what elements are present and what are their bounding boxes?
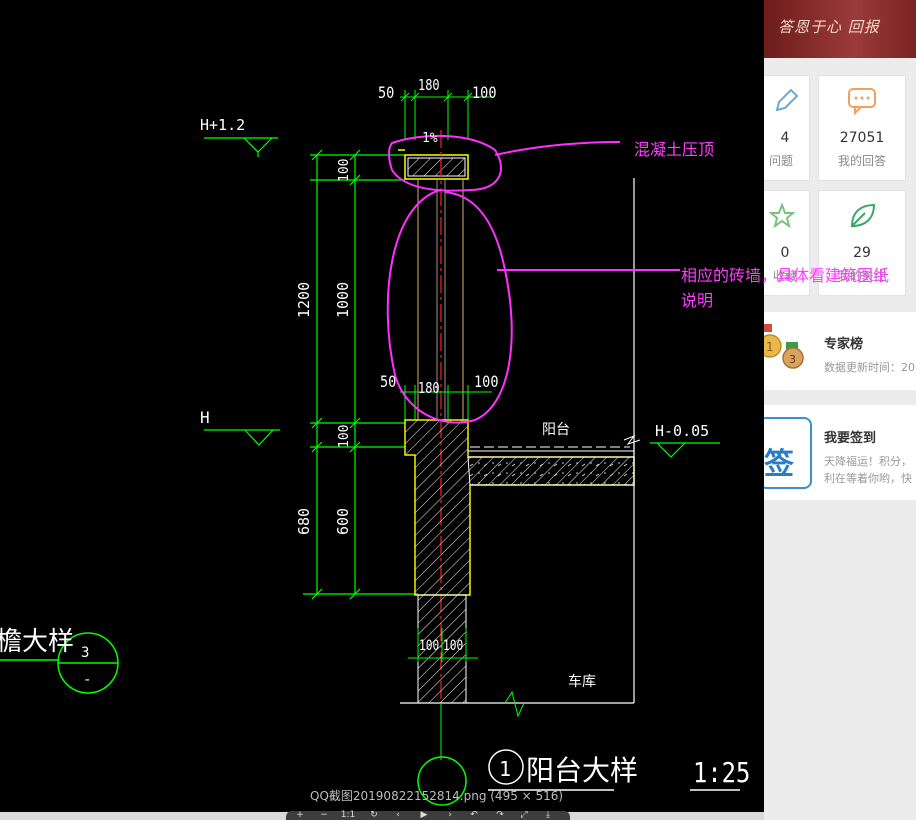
fullscreen-icon[interactable]: ⤢ (516, 811, 532, 820)
zoom-out-icon[interactable]: − (316, 811, 332, 820)
room-balcony-label: 阳台 (542, 422, 570, 438)
ranking-title: 专家榜 (824, 337, 864, 352)
coping-top (398, 149, 469, 180)
dim-bottom-100a: 100 (419, 637, 439, 654)
dim-bottom-100b: 100 (443, 637, 463, 654)
svg-text:1: 1 (766, 340, 774, 354)
dim-v-680: 680 (295, 508, 313, 535)
signin-calendar-icon: 签 (764, 417, 812, 489)
annotation-brick-wall: 相应的砖墙，具体看建筑图纸 (681, 266, 890, 285)
dim-v-100-top: 100 (337, 159, 352, 182)
level-mid-label: H (200, 408, 210, 427)
dim-v-600: 600 (334, 508, 352, 535)
balcony-slab (404, 419, 641, 596)
medal-icon: 1 3 (764, 324, 804, 369)
image-viewer[interactable]: 50 180 100 1% H+1.2 H H-0.05 50 180 100 … (0, 0, 764, 812)
dim-top-50: 50 (378, 84, 394, 102)
level-top-label: H+1.2 (200, 116, 245, 134)
signin-icon-text: 签 (764, 447, 794, 482)
chat-bubble-icon (848, 88, 876, 116)
ranking-subtitle: 数据更新时间：20 (824, 361, 915, 374)
prev-icon[interactable]: ‹ (390, 811, 406, 820)
stat-label: 我的回答 (837, 154, 886, 168)
image-caption: QQ截图20190822152814.png (495 × 516) (310, 789, 564, 803)
rotate-icon[interactable]: ↻ (366, 811, 382, 820)
signin-desc-1: 天降福运！积分， (824, 455, 912, 468)
undo-icon[interactable]: ↶ (466, 811, 482, 820)
signin-desc-2: 利在等着你哟，快 (824, 472, 912, 485)
stat-label: 问题 (768, 154, 793, 168)
signin-title: 我要签到 (824, 431, 877, 446)
signin-panel[interactable]: 签 我要签到 天降福运！积分， 利在等着你哟，快 (764, 405, 916, 500)
dim-mid-50: 50 (380, 373, 396, 391)
stat-card-answers[interactable]: 27051 我的回答 (818, 75, 906, 181)
detail-number: 1 (499, 757, 511, 781)
dim-top-100: 100 (472, 84, 497, 102)
left-detail-title: 檐大样 (0, 627, 74, 657)
next-icon[interactable]: › (442, 811, 458, 820)
vertical-dimensions (303, 149, 418, 600)
left-circle-top: 3 (81, 645, 89, 661)
detail-title: 阳台大样 (526, 754, 638, 787)
left-circle-bottom: - (83, 672, 91, 688)
dim-v-100-mid: 100 (337, 425, 352, 448)
edit-icon (775, 88, 799, 112)
level-right-label: H-0.05 (655, 422, 709, 440)
scale-label: 1:25 (693, 757, 750, 789)
download-icon[interactable]: ⤓ (540, 811, 556, 820)
play-icon[interactable]: ▶ (416, 811, 432, 820)
cad-drawing: 50 180 100 1% H+1.2 H H-0.05 50 180 100 … (0, 77, 750, 806)
dim-v-1000: 1000 (334, 282, 352, 318)
star-icon (769, 203, 795, 229)
right-sidebar: 答恩于心 回报 4 问题 27051 我的回答 0 收藏 29 我的关注 1 3… (764, 0, 916, 820)
stat-card-questions[interactable]: 4 问题 (764, 75, 810, 181)
dim-mid-100: 100 (474, 373, 499, 391)
slope-label: 1% (422, 131, 438, 146)
annotation-concrete-coping: 混凝土压顶 (634, 140, 715, 159)
stat-value: 29 (853, 245, 871, 261)
actual-size-icon[interactable]: 1:1 (340, 811, 356, 820)
dim-mid-180: 180 (418, 380, 440, 398)
expert-ranking[interactable]: 1 3 专家榜 数据更新时间：20 (764, 312, 916, 390)
banner: 答恩于心 回报 (764, 0, 916, 58)
room-garage-label: 车库 (568, 673, 596, 690)
redo-icon[interactable]: ↷ (492, 811, 508, 820)
dim-top-180: 180 (418, 77, 440, 95)
stat-value: 27051 (839, 130, 885, 146)
viewer-toolbar: + − 1:1 ↻ ‹ ▶ › ↶ ↷ ⤢ ⤓ (286, 811, 570, 820)
dim-v-1200: 1200 (295, 282, 313, 318)
zoom-in-icon[interactable]: + (292, 811, 308, 820)
svg-text:3: 3 (789, 353, 796, 366)
annotation-brick-wall-line2: 说明 (681, 291, 714, 310)
leaf-icon (850, 203, 876, 228)
banner-slogan: 答恩于心 回报 (778, 18, 880, 36)
